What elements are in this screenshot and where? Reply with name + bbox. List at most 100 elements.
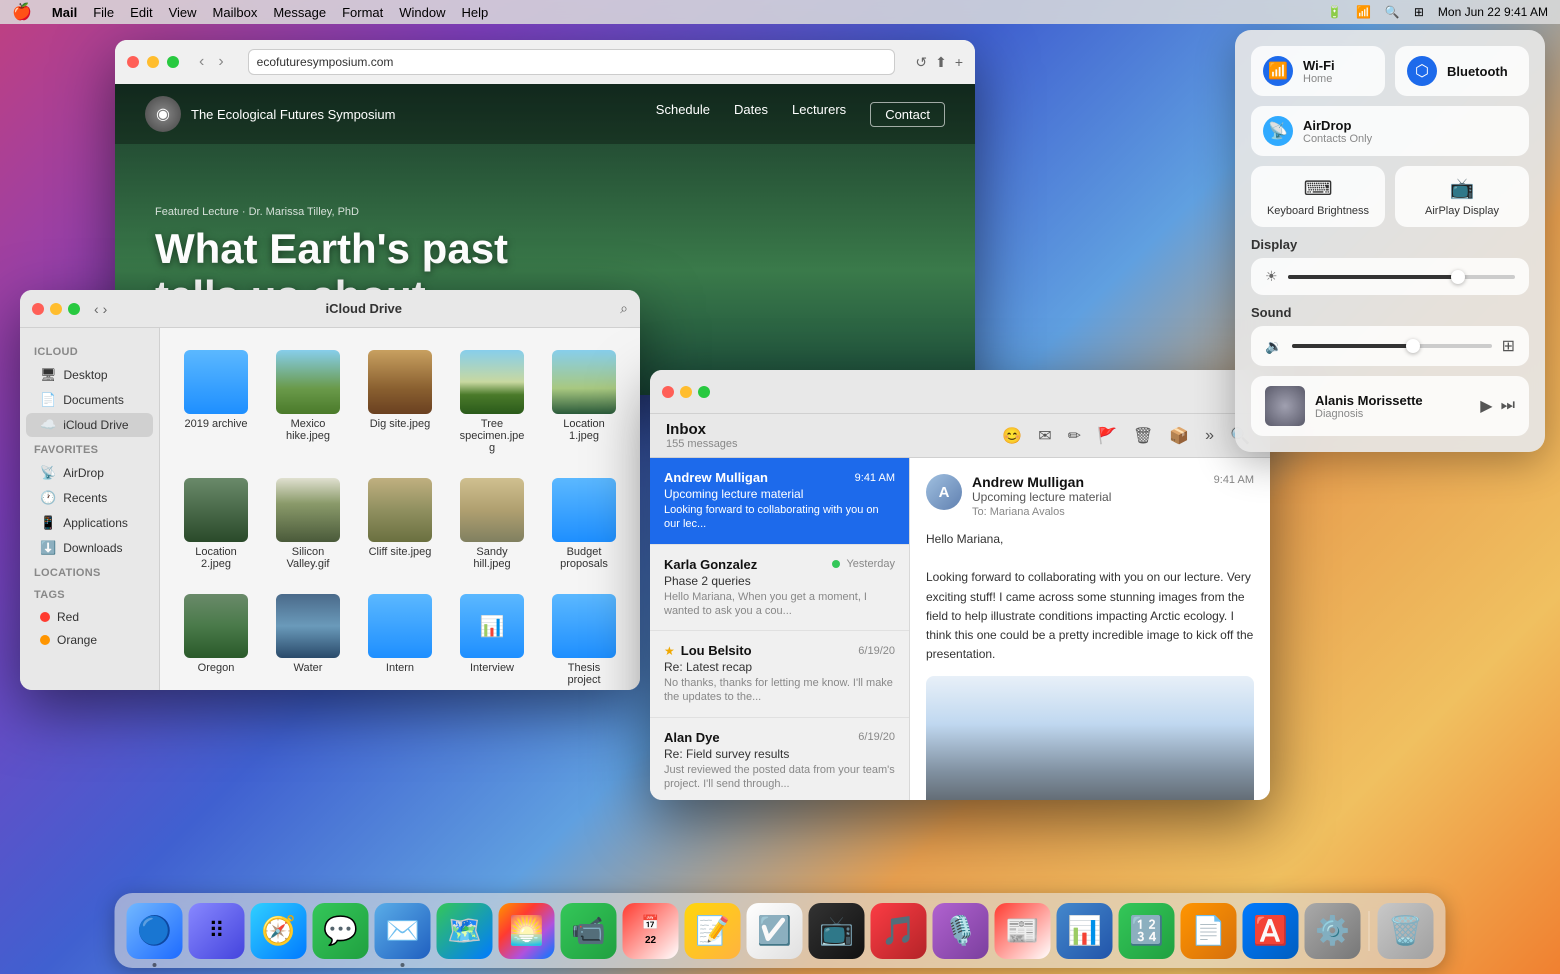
menubar-format[interactable]: Format [342,5,383,20]
sidebar-item-icloud[interactable]: ☁️ iCloud Drive [26,413,153,437]
finder-item-location1[interactable]: Location 1.jpeg [544,344,624,460]
mail-reply-icon[interactable]: ✏ [1064,422,1085,450]
mail-compose-icon[interactable]: 😊 [998,422,1026,450]
cc-bluetooth-tile[interactable]: ⬡ Bluetooth [1395,46,1529,96]
menubar-help[interactable]: Help [462,5,489,20]
browser-forward-button[interactable]: › [214,51,227,73]
menubar-message[interactable]: Message [273,5,326,20]
dock-item-messages[interactable]: 💬 [313,903,369,959]
finder-item-treespecimen[interactable]: Tree specimen.jpeg [452,344,532,460]
dock-item-mail[interactable]: ✉️ [375,903,431,959]
finder-item-budget[interactable]: Budget proposals [544,472,624,576]
menubar-edit[interactable]: Edit [130,5,152,20]
finder-close-button[interactable] [32,303,44,315]
menubar-file[interactable]: File [93,5,114,20]
mail-item-alan[interactable]: Alan Dye 6/19/20 Re: Field survey result… [650,718,909,800]
finder-item-interview[interactable]: 📊 Interview [452,588,532,690]
site-nav-contact[interactable]: Contact [870,102,945,127]
menubar-view[interactable]: View [169,5,197,20]
finder-item-location2[interactable]: Location 2.jpeg [176,472,256,576]
sidebar-item-red[interactable]: Red [26,606,153,628]
sidebar-item-downloads[interactable]: ⬇️ Downloads [26,536,153,560]
cc-display-slider-thumb[interactable] [1451,270,1465,284]
menubar-window[interactable]: Window [399,5,445,20]
menubar-app-name[interactable]: Mail [52,5,77,20]
finder-item-2019archive[interactable]: 2019 archive [176,344,256,460]
cc-airdrop-tile[interactable]: 📡 AirDrop Contacts Only [1251,106,1529,156]
finder-item-oregon[interactable]: Oregon [176,588,256,690]
cc-sound-slider[interactable] [1292,344,1491,348]
dock-item-notes[interactable]: 📝 [685,903,741,959]
browser-minimize-button[interactable] [147,56,159,68]
site-nav-schedule[interactable]: Schedule [656,102,710,127]
apple-logo-icon[interactable]: 🍎 [12,2,32,22]
mail-maximize-button[interactable] [698,386,710,398]
dock-item-numbers[interactable]: 🔢 [1119,903,1175,959]
finder-item-cliffsite[interactable]: Cliff site.jpeg [360,472,440,576]
dock-item-tv[interactable]: 📺 [809,903,865,959]
mail-item-karla[interactable]: Karla Gonzalez Yesterday Phase 2 queries… [650,545,909,632]
mail-newmessage-icon[interactable]: ✉ [1034,422,1055,450]
dock-item-photos[interactable]: 🌅 [499,903,555,959]
dock-item-launchpad[interactable]: ⠿ [189,903,245,959]
dock-item-appstore[interactable]: 🅰️ [1243,903,1299,959]
finder-item-siliconvalley[interactable]: Silicon Valley.gif [268,472,348,576]
mail-delete-icon[interactable]: 🗑 [1129,422,1157,450]
finder-item-water[interactable]: Water [268,588,348,690]
finder-forward-button[interactable]: › [103,301,108,317]
menubar-mailbox[interactable]: Mailbox [213,5,258,20]
menubar-search-icon[interactable]: 🔍 [1385,5,1400,19]
cc-sound-slider-thumb[interactable] [1406,339,1420,353]
cc-display-slider[interactable] [1288,275,1515,279]
finder-item-sandyhill[interactable]: Sandy hill.jpeg [452,472,532,576]
dock-item-finder[interactable]: 🔵 [127,903,183,959]
dock-item-music[interactable]: 🎵 [871,903,927,959]
sidebar-item-airdrop[interactable]: 📡 AirDrop [26,461,153,485]
dock-item-systempreferences[interactable]: ⚙️ [1305,903,1361,959]
browser-share-button[interactable]: ⬆ [935,54,947,71]
cc-keyboard-brightness-tile[interactable]: ⌨ Keyboard Brightness [1251,166,1385,227]
mail-minimize-button[interactable] [680,386,692,398]
browser-maximize-button[interactable] [167,56,179,68]
dock-item-trash[interactable]: 🗑️ [1378,903,1434,959]
finder-item-mexicohike[interactable]: Mexico hike.jpeg [268,344,348,460]
menubar-wifi-icon[interactable]: 📶 [1356,5,1371,19]
dock-item-calendar[interactable]: 📅22 [623,903,679,959]
music-skip-button[interactable]: ⏭ [1501,397,1515,415]
finder-search-button[interactable]: ⌕ [620,300,628,317]
sidebar-item-desktop[interactable]: 🖥 Desktop [26,363,153,387]
dock-item-safari[interactable]: 🧭 [251,903,307,959]
dock-item-facetime[interactable]: 📹 [561,903,617,959]
mail-item-lou[interactable]: ★ Lou Belsito 6/19/20 Re: Latest recap N… [650,631,909,718]
music-play-button[interactable]: ▶ [1480,396,1492,416]
sound-options-icon[interactable]: ⊞ [1502,336,1515,356]
dock-item-maps[interactable]: 🗺️ [437,903,493,959]
finder-item-thesis[interactable]: Thesis project [544,588,624,690]
site-nav-dates[interactable]: Dates [734,102,768,127]
cc-airplay-display-tile[interactable]: 📺 AirPlay Display [1395,166,1529,227]
mail-archive-icon[interactable]: 📦 [1165,422,1193,450]
sidebar-item-documents[interactable]: 📄 Documents [26,388,153,412]
dock-item-pages[interactable]: 📄 [1181,903,1237,959]
mail-flag-icon[interactable]: 🚩 [1093,422,1121,450]
dock-item-reminders[interactable]: ☑️ [747,903,803,959]
browser-close-button[interactable] [127,56,139,68]
finder-maximize-button[interactable] [68,303,80,315]
menubar-control-icon[interactable]: ⊞ [1414,5,1424,19]
browser-address-bar[interactable]: ecofuturesymposium.com [248,49,896,75]
finder-item-intern[interactable]: Intern [360,588,440,690]
dock-item-podcasts[interactable]: 🎙️ [933,903,989,959]
mail-close-button[interactable] [662,386,674,398]
finder-minimize-button[interactable] [50,303,62,315]
finder-item-digsite[interactable]: Dig site.jpeg [360,344,440,460]
mail-more-icon[interactable]: » [1201,423,1218,449]
sidebar-item-applications[interactable]: 📱 Applications [26,511,153,535]
dock-item-news[interactable]: 📰 [995,903,1051,959]
browser-add-tab-button[interactable]: + [955,54,963,71]
cc-wifi-tile[interactable]: 📶 Wi-Fi Home [1251,46,1385,96]
finder-back-button[interactable]: ‹ [94,301,99,317]
dock-item-keynote[interactable]: 📊 [1057,903,1113,959]
browser-reload-button[interactable]: ↺ [915,54,927,71]
mail-item-andrew[interactable]: Andrew Mulligan 9:41 AM Upcoming lecture… [650,458,909,545]
browser-back-button[interactable]: ‹ [195,51,208,73]
